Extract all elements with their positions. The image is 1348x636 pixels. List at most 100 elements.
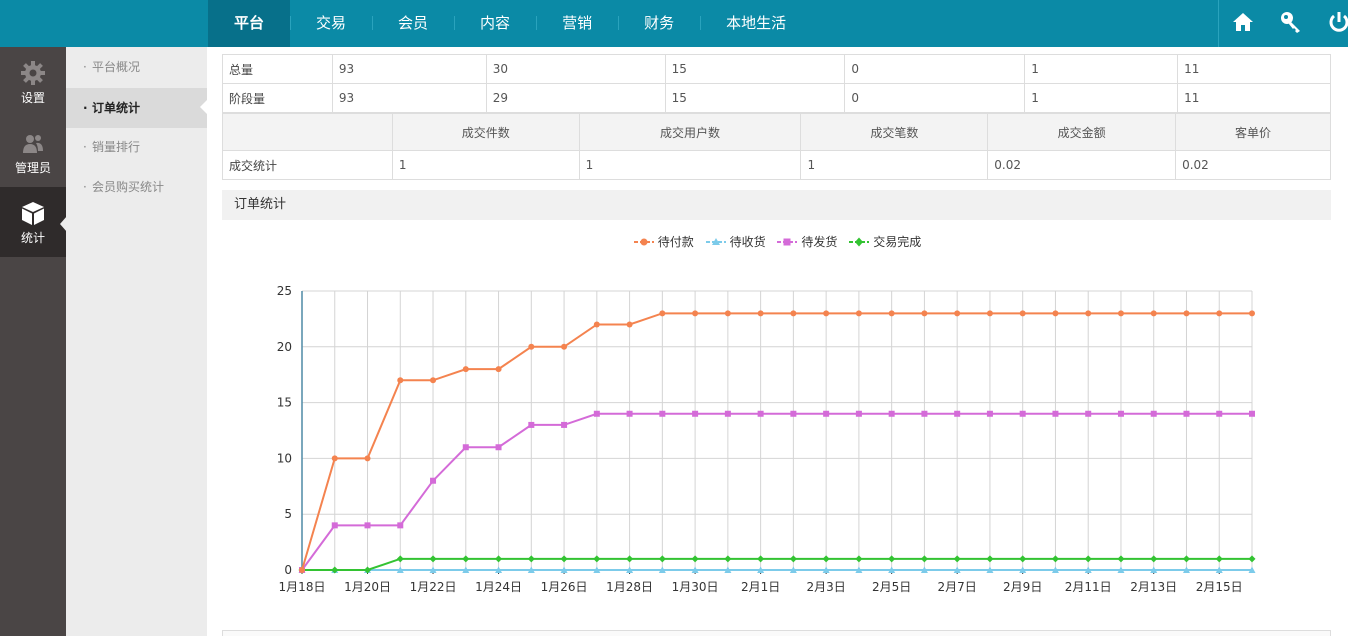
topnav-item-content[interactable]: 内容 [454, 0, 536, 47]
data-point-pending-pay [561, 343, 568, 350]
y-tick-label: 25 [277, 284, 292, 298]
users-icon [23, 135, 43, 153]
data-point-pending-ship [986, 410, 993, 417]
main-content: 总量 93 30 15 0 1 11 阶段量 93 29 15 0 1 11 成… [207, 47, 1348, 636]
legend-label: 待付款 [657, 235, 694, 249]
x-tick-label: 2月7日 [938, 580, 977, 594]
data-point-pending-ship [528, 421, 535, 428]
topnav-item-local-life[interactable]: 本地生活 [700, 0, 812, 47]
table-cell: 0 [844, 83, 1026, 113]
y-tick-label: 5 [284, 507, 292, 521]
subnav-item-sales-ranking[interactable]: · 销量排行 [66, 127, 207, 167]
legend-label: 待收货 [729, 235, 766, 249]
table-cell: 1 [578, 150, 802, 180]
top-bar: 平台 交易 会员 内容 营销 财务 本地生活 [0, 0, 1348, 47]
sidebar-item-stats[interactable]: 统计 [0, 187, 66, 257]
data-point-pending-ship [1117, 410, 1124, 417]
x-tick-label: 2月1日 [741, 580, 780, 594]
data-point-completed [789, 555, 797, 563]
data-point-completed [888, 555, 896, 563]
data-point-pending-pay [790, 310, 797, 317]
data-point-pending-ship [561, 421, 568, 428]
topnav-item-marketing[interactable]: 营销 [536, 0, 618, 47]
data-point-pending-pay [462, 366, 469, 373]
data-point-completed [953, 555, 961, 563]
topnav-item-member[interactable]: 会员 [372, 0, 454, 47]
data-point-completed [1215, 555, 1223, 563]
x-tick-label: 1月22日 [410, 580, 457, 594]
data-point-pending-pay [986, 310, 993, 317]
table-cell: 15 [664, 54, 846, 84]
x-tick-label: 2月11日 [1065, 580, 1112, 594]
subnav-item-platform-overview[interactable]: · 平台概况 [66, 47, 207, 87]
data-point-pending-pay [495, 366, 502, 373]
x-tick-label: 2月13日 [1130, 580, 1177, 594]
data-point-pending-pay [626, 321, 633, 328]
order-line-chart: 0 5 10 15 20 25 1月18日 1月20日 1月22日 1月24日 1月26日 1月28日… [277, 284, 1256, 594]
data-point-pending-pay [1249, 310, 1255, 317]
table-row: 总量 93 30 15 0 1 11 [222, 54, 1331, 84]
data-point-pending-ship [659, 410, 666, 417]
data-point-pending-pay [1019, 310, 1026, 317]
subnav-item-member-purchase[interactable]: · 会员购买统计 [66, 167, 207, 207]
x-tick-label: 1月28日 [606, 580, 653, 594]
x-tick-label: 1月30日 [672, 580, 719, 594]
data-point-pending-ship [1183, 410, 1190, 417]
data-point-pending-ship [888, 410, 895, 417]
key-icon[interactable] [1279, 10, 1305, 36]
data-point-completed [1051, 555, 1059, 563]
sub-sidebar: · 平台概况 · 订单统计 · 销量排行 · 会员购买统计 [66, 47, 207, 636]
table-cell: 0.02 [1175, 150, 1331, 180]
data-point-pending-ship [397, 522, 404, 529]
data-point-pending-pay [397, 377, 404, 384]
data-point-pending-pay [1183, 310, 1190, 317]
sidebar-item-admin[interactable]: 管理员 [0, 117, 66, 187]
top-icons [1218, 0, 1348, 47]
data-point-completed [1182, 555, 1190, 563]
data-point-pending-ship [626, 410, 633, 417]
series-line-completed [302, 557, 1252, 571]
brand-area [0, 0, 208, 47]
subnav-item-order-stats[interactable]: · 订单统计 [66, 88, 207, 128]
legend-item-completed[interactable]: 交易完成 [849, 234, 921, 250]
data-point-pending-pay [823, 310, 830, 317]
data-point-completed [527, 555, 535, 563]
subnav-item-label: 平台概况 [92, 60, 141, 74]
data-point-pending-ship [364, 522, 371, 529]
table-cell: 15 [664, 83, 846, 113]
x-tick-label: 2月9日 [1003, 580, 1042, 594]
data-point-pending-ship [1150, 410, 1157, 417]
data-point-completed [691, 555, 699, 563]
topnav-item-finance[interactable]: 财务 [618, 0, 700, 47]
legend-item-pending-ship[interactable]: 待发货 [777, 234, 837, 250]
home-icon[interactable] [1231, 10, 1257, 36]
data-point-completed [1019, 555, 1027, 563]
table-cell: 1 [1024, 83, 1179, 113]
data-point-pending-ship [495, 444, 502, 451]
table-cell: 29 [485, 83, 666, 113]
data-point-completed [855, 555, 863, 563]
column-header: 成交金额 [987, 113, 1177, 151]
data-point-pending-pay [364, 455, 371, 462]
topnav-item-trade[interactable]: 交易 [290, 0, 372, 47]
data-point-completed [822, 555, 830, 563]
data-point-completed [429, 555, 437, 563]
data-point-completed [495, 555, 503, 563]
data-point-pending-pay [430, 377, 437, 384]
legend-item-pending-receive[interactable]: 待收货 [705, 234, 766, 250]
legend-item-pending-pay[interactable]: 待付款 [633, 234, 694, 250]
row-label: 总量 [222, 54, 333, 84]
data-point-pending-ship [724, 410, 731, 417]
cube-icon [22, 202, 44, 225]
data-point-pending-ship [1019, 410, 1026, 417]
data-point-pending-ship [823, 410, 830, 417]
series-line-pending-ship [301, 412, 1252, 571]
legend-marker-square [777, 238, 798, 246]
data-point-pending-pay [855, 310, 862, 317]
x-tick-label: 2月15日 [1196, 580, 1243, 594]
power-icon[interactable] [1327, 10, 1348, 36]
data-point-pending-pay [724, 310, 731, 317]
legend-marker-triangle [705, 238, 726, 245]
sidebar-item-settings[interactable]: 设置 [0, 47, 66, 117]
topnav-item-platform[interactable]: 平台 [208, 0, 291, 47]
